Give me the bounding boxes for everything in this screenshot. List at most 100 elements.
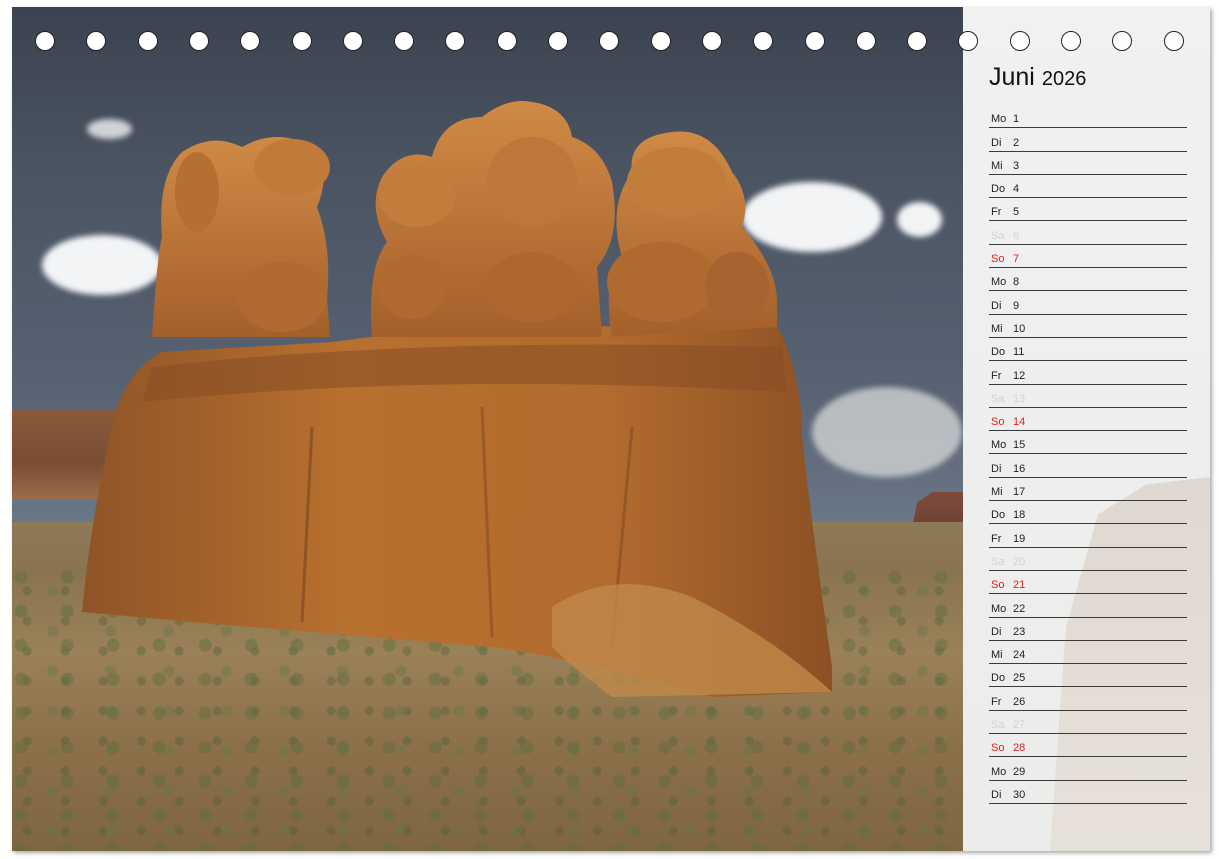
weekday-label: So — [991, 742, 1005, 755]
day-row: So 7 — [989, 245, 1187, 269]
day-row: Sa 27 — [989, 711, 1187, 735]
day-number: 14 — [1013, 416, 1026, 429]
binding-hole — [291, 31, 312, 51]
weekday-label: Do — [991, 346, 1006, 359]
day-number: 8 — [1013, 276, 1020, 289]
day-row: Di 16 — [989, 454, 1187, 478]
day-number: 29 — [1013, 765, 1026, 778]
day-number: 19 — [1013, 532, 1026, 545]
binding-hole — [240, 31, 261, 51]
day-number: 18 — [1013, 509, 1026, 522]
binding-hole — [342, 31, 363, 51]
binding-hole — [907, 31, 928, 51]
day-row: Fr 5 — [989, 198, 1187, 222]
day-number: 10 — [1013, 322, 1026, 335]
binding-hole — [701, 31, 722, 51]
day-row: Fr 12 — [989, 361, 1187, 385]
weekday-label: Mo — [991, 765, 1007, 778]
weekday-label: So — [991, 579, 1005, 592]
binding-hole — [137, 31, 158, 51]
binding-hole — [753, 31, 774, 51]
day-number: 21 — [1013, 579, 1026, 592]
calendar-panel: Juni 2026 Mo 1 Di 2 Mi 3 Do 4 Fr 5 Sa 6 So 7 Mo 8 Di 9 Mi 1… — [963, 7, 1210, 851]
day-row: Do 4 — [989, 175, 1187, 199]
day-number: 15 — [1013, 439, 1026, 452]
day-row: So 28 — [989, 734, 1187, 758]
weekday-label: Mi — [991, 322, 1003, 335]
day-row: Fr 26 — [989, 687, 1187, 711]
binding-hole — [188, 31, 209, 51]
weekday-label: Di — [991, 299, 1002, 312]
weekday-label: Fr — [991, 532, 1002, 545]
day-number: 7 — [1013, 253, 1020, 266]
landscape-photo — [12, 7, 963, 851]
binding-hole — [599, 31, 620, 51]
day-row: Sa 13 — [989, 385, 1187, 408]
weekday-label: Do — [991, 672, 1006, 685]
day-number: 4 — [1013, 183, 1020, 196]
day-row: Sa 20 — [989, 548, 1187, 571]
month-title: Juni 2026 — [989, 63, 1086, 92]
binding-hole — [855, 31, 876, 51]
weekday-label: Sa — [991, 392, 1005, 405]
weekday-label: Sa — [991, 229, 1005, 242]
day-row: Mi 10 — [989, 315, 1187, 338]
day-row: Sa 6 — [989, 221, 1187, 245]
day-row: Mo 15 — [989, 431, 1187, 455]
day-row: Di 9 — [989, 291, 1187, 315]
day-row: Mi 24 — [989, 641, 1187, 665]
day-number: 11 — [1013, 346, 1025, 359]
weekday-label: Di — [991, 625, 1002, 638]
day-row: Fr 19 — [989, 524, 1187, 548]
weekday-label: Mo — [991, 113, 1007, 126]
spiral-binding-holes — [0, 0, 1219, 60]
weekday-label: So — [991, 253, 1005, 266]
day-number: 1 — [1013, 113, 1020, 126]
day-row: Mo 22 — [989, 594, 1187, 618]
day-number: 17 — [1013, 486, 1026, 499]
binding-hole — [496, 31, 517, 51]
day-number: 16 — [1013, 462, 1026, 475]
day-number: 23 — [1013, 625, 1026, 638]
day-row: Di 23 — [989, 618, 1187, 641]
weekday-label: Sa — [991, 555, 1005, 568]
day-number: 3 — [1013, 159, 1020, 172]
day-row: Di 2 — [989, 128, 1187, 152]
day-row: Mo 1 — [989, 105, 1187, 129]
binding-hole — [548, 31, 568, 51]
binding-hole — [394, 31, 415, 51]
day-number: 27 — [1013, 719, 1026, 732]
calendar-page: Juni 2026 Mo 1 Di 2 Mi 3 Do 4 Fr 5 Sa 6 So 7 Mo 8 Di 9 Mi 1… — [12, 7, 1210, 851]
day-number: 13 — [1013, 392, 1026, 405]
binding-hole — [804, 31, 825, 51]
binding-hole — [86, 31, 107, 51]
day-row: Do 11 — [989, 338, 1187, 362]
year: 2026 — [1041, 68, 1087, 90]
month-name: Juni — [989, 63, 1035, 91]
day-number: 26 — [1013, 695, 1026, 708]
weekday-label: Mi — [991, 159, 1003, 172]
day-number: 24 — [1013, 649, 1026, 662]
weekday-label: Fr — [991, 369, 1002, 382]
binding-hole — [1061, 31, 1081, 51]
weekday-label: Mo — [991, 439, 1007, 452]
weekday-label: So — [991, 416, 1005, 429]
day-row: Do 18 — [989, 501, 1187, 525]
day-row: Mi 17 — [989, 478, 1187, 502]
day-row: Mi 3 — [989, 152, 1187, 175]
day-row: Mo 8 — [989, 268, 1187, 292]
day-number: 22 — [1013, 602, 1026, 615]
binding-hole — [650, 31, 671, 51]
binding-hole — [1112, 31, 1133, 51]
day-number: 12 — [1013, 369, 1026, 382]
day-number: 20 — [1013, 555, 1026, 568]
day-number: 28 — [1013, 742, 1026, 755]
binding-hole — [1009, 31, 1030, 51]
weekday-label: Mo — [991, 602, 1007, 615]
day-number: 6 — [1013, 229, 1020, 242]
day-row: Mo 29 — [989, 757, 1187, 781]
weekday-label: Do — [991, 183, 1006, 196]
day-list: Mo 1 Di 2 Mi 3 Do 4 Fr 5 Sa 6 So 7 Mo 8 Di 9 Mi 10 Do 11 Fr 12 S… — [989, 105, 1187, 804]
day-number: 5 — [1013, 206, 1020, 219]
weekday-label: Fr — [991, 695, 1002, 708]
